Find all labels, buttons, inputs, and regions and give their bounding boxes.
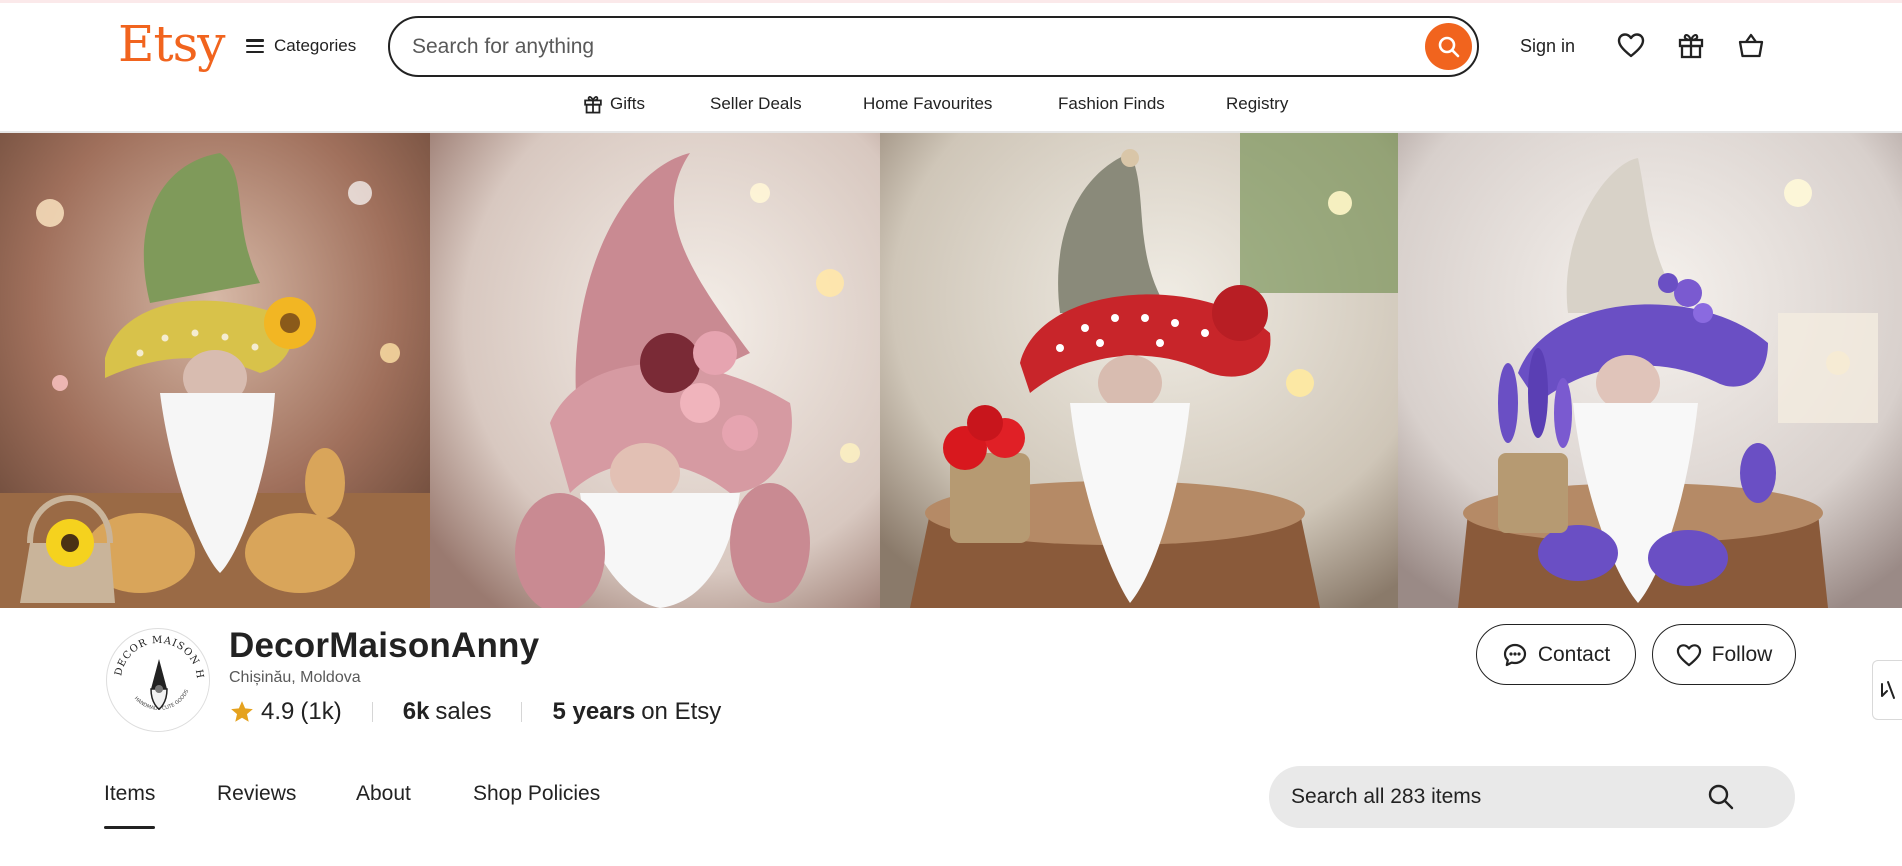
rating-value: 4.9 (261, 698, 295, 725)
rating-count: (1k) (300, 698, 342, 725)
subnav-gifts-label: Gifts (610, 94, 645, 113)
basket-icon (1738, 33, 1764, 58)
menu-icon (246, 39, 264, 53)
shop-logo[interactable]: DECOR MAISON HANDMADE HANDMADE CUTE GOOD… (106, 628, 210, 732)
subnav-seller-deals[interactable]: Seller Deals (710, 92, 802, 116)
search-button[interactable] (1425, 23, 1472, 70)
search-icon (1438, 36, 1459, 57)
sales-value: 6k (402, 698, 430, 725)
favorites-button[interactable] (1616, 30, 1646, 60)
sub-navigation: Gifts Seller Deals Home Favourites Fashi… (0, 92, 1902, 122)
years-value: 5 years (552, 698, 636, 725)
categories-button[interactable]: Categories (246, 32, 356, 60)
gift-icon (584, 96, 602, 114)
tab-about[interactable]: About (356, 782, 411, 830)
chat-icon (1503, 643, 1526, 666)
cart-button[interactable] (1736, 30, 1766, 60)
tab-shop-policies[interactable]: Shop Policies (473, 782, 600, 830)
sign-in-link[interactable]: Sign in (1520, 36, 1575, 57)
shop-sales: 6k sales (403, 698, 492, 726)
heart-icon (1676, 643, 1701, 666)
shop-banner (0, 133, 1902, 608)
search-bar (388, 16, 1479, 77)
feedback-icon (1880, 681, 1895, 699)
shop-rating[interactable]: 4.9 (1k) (229, 698, 342, 726)
categories-label: Categories (274, 36, 357, 55)
subnav-registry[interactable]: Registry (1226, 92, 1288, 116)
heart-icon (1617, 33, 1645, 58)
feedback-tab[interactable] (1872, 660, 1902, 720)
tab-items[interactable]: Items (104, 782, 156, 830)
gift-button[interactable] (1676, 30, 1706, 60)
sales-label: sales (435, 698, 492, 725)
gift-icon (1678, 34, 1704, 59)
stats-divider (371, 702, 373, 722)
shop-items-search (1269, 766, 1795, 828)
search-input[interactable] (412, 34, 1477, 59)
banner-image-4 (1398, 133, 1902, 608)
contact-button[interactable]: Contact (1476, 624, 1636, 685)
subnav-home-favourites[interactable]: Home Favourites (863, 92, 992, 116)
contact-label: Contact (1537, 642, 1611, 666)
etsy-logo[interactable]: Etsy (118, 14, 225, 74)
banner-image-3 (880, 133, 1398, 608)
shop-location: Chișinău, Moldova (229, 669, 361, 686)
subnav-fashion-finds[interactable]: Fashion Finds (1058, 92, 1165, 116)
follow-label: Follow (1711, 642, 1773, 666)
banner-image-2 (430, 133, 880, 608)
banner-image-1 (0, 133, 430, 608)
years-label: on Etsy (641, 698, 722, 725)
shop-name: DecorMaisonAnny (229, 626, 540, 665)
shop-tenure: 5 years on Etsy (552, 698, 721, 726)
shop-stats: 4.9 (1k) 6k sales 5 years on Etsy (229, 697, 721, 727)
tab-reviews[interactable]: Reviews (217, 782, 296, 830)
star-icon (231, 701, 253, 722)
stats-divider (521, 702, 523, 722)
top-accent-line (0, 0, 1902, 3)
follow-button[interactable]: Follow (1652, 624, 1796, 685)
search-icon[interactable] (1707, 783, 1735, 811)
subnav-gifts[interactable]: Gifts (583, 92, 645, 116)
